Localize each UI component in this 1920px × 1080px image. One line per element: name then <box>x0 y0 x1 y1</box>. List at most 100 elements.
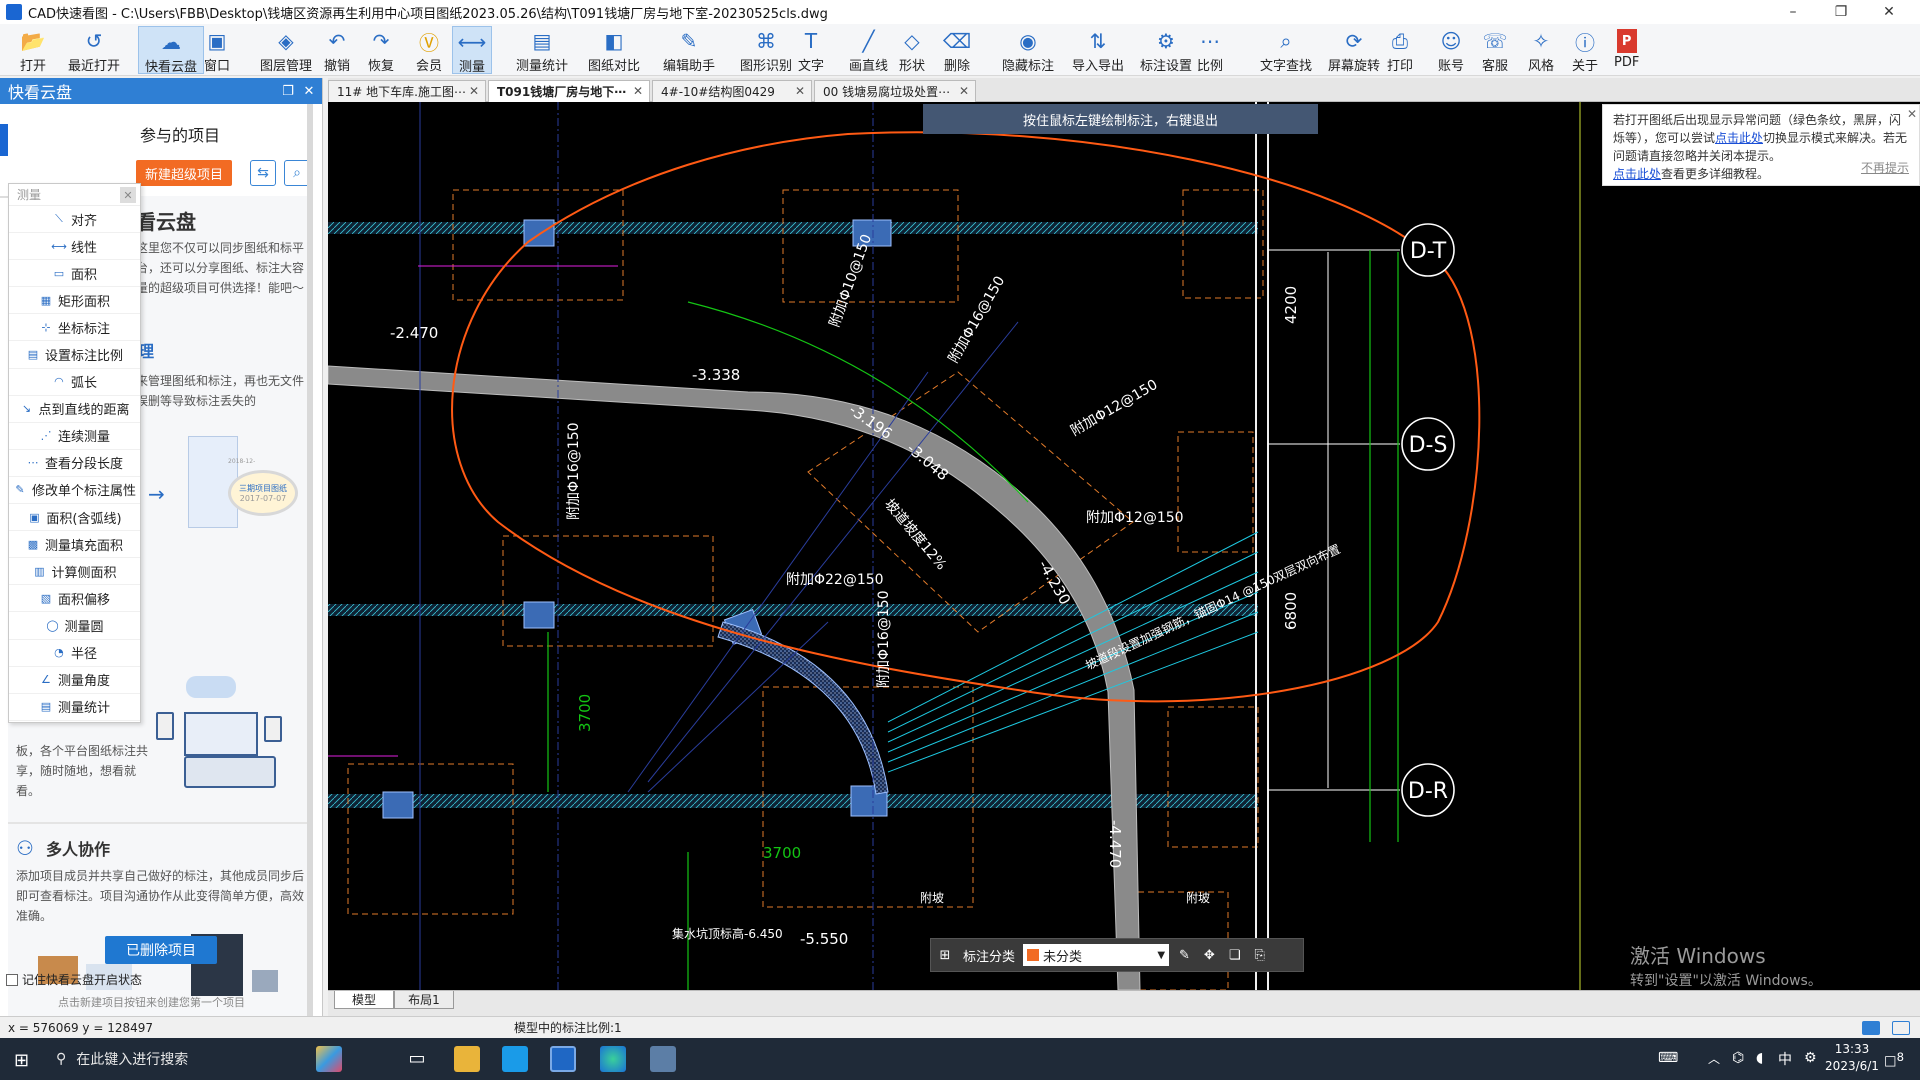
measure-menu-item[interactable]: ▭ 面积 <box>9 260 140 288</box>
toolbar-button-scale[interactable]: ⋯ 比例 <box>1191 26 1229 74</box>
dont-show-again-link[interactable]: 不再提示 <box>1861 159 1909 177</box>
cad-drawing[interactable]: D-T D-S D-R -2.470 -3.338 -3.196 -3.048 … <box>328 102 1920 990</box>
drawing-canvas[interactable]: D-T D-S D-R -2.470 -3.338 -3.196 -3.048 … <box>328 102 1920 990</box>
measure-menu-item[interactable]: ▩ 测量填充面积 <box>9 531 140 559</box>
model-tab[interactable]: 模型 <box>334 991 394 1009</box>
maximize-button[interactable]: ❐ <box>1818 0 1864 24</box>
measure-menu-item[interactable]: ▤ 设置标注比例 <box>9 341 140 369</box>
ime-icon[interactable]: ⚙ <box>1804 1050 1817 1066</box>
volume-icon[interactable]: ◖ <box>1756 1050 1763 1066</box>
measure-menu-item[interactable]: ⟷ 线性 <box>9 233 140 261</box>
taskbar-search[interactable]: ⚲ 在此键入进行搜索 <box>56 1046 308 1072</box>
measure-menu-item[interactable]: ⋰ 连续测量 <box>9 423 140 450</box>
keyboard-icon[interactable]: ⌨ <box>1658 1050 1678 1066</box>
measure-menu-item[interactable]: ↘ 点到直线的距离 <box>9 396 140 423</box>
toolbar-button-edit-assistant[interactable]: ✎ 编辑助手 <box>657 26 721 74</box>
deleted-projects-button[interactable]: 已删除项目 <box>105 936 217 964</box>
close-tab-icon[interactable]: ✕ <box>795 84 805 98</box>
measure-menu-item[interactable]: ⋯ 查看分段长度 <box>9 450 140 477</box>
annotation-category-select[interactable]: 未分类 ▼ <box>1023 944 1170 966</box>
clock-time[interactable]: 13:33 <box>1822 1042 1882 1056</box>
new-super-project-button[interactable]: 新建超级项目 <box>136 160 232 186</box>
move-icon[interactable]: ✥ <box>1204 948 1215 963</box>
panel-toggle-icon[interactable] <box>1892 1020 1910 1035</box>
sync-icon[interactable]: ⇆ <box>250 160 276 186</box>
toolbar-button-compare[interactable]: ◧ 图纸对比 <box>582 26 646 74</box>
calculator-icon[interactable] <box>650 1046 676 1072</box>
toolbar-button-hide-annotation[interactable]: ◉ 隐藏标注 <box>996 26 1060 74</box>
close-icon[interactable]: ✕ <box>301 83 317 99</box>
cad-viewer-taskbar-icon[interactable] <box>550 1046 576 1072</box>
toolbar-button-support[interactable]: ☏ 客服 <box>1476 26 1514 74</box>
tutorial-link[interactable]: 点击此处 <box>1613 167 1661 181</box>
grid-icon[interactable]: ⊞ <box>931 948 959 963</box>
edge-icon[interactable] <box>600 1046 626 1072</box>
notification-icon[interactable]: ☐8 <box>1884 1050 1904 1071</box>
toolbar-button-text[interactable]: T 文字 <box>792 26 830 74</box>
close-button[interactable]: ✕ <box>1866 0 1912 24</box>
minimize-button[interactable]: – <box>1770 0 1816 24</box>
document-tab[interactable]: 11# 地下车库.施工图⋯ ✕ <box>328 80 486 102</box>
toolbar-button-measure[interactable]: ⟷ 测量 <box>452 26 493 75</box>
close-tab-icon[interactable]: ✕ <box>633 84 643 98</box>
toolbar-button-folder-open[interactable]: 📂 打开 <box>14 26 52 74</box>
network-icon[interactable]: ⌬ <box>1732 1050 1744 1066</box>
toolbar-button-about[interactable]: ⓘ 关于 <box>1566 26 1604 75</box>
document-tab[interactable]: 4#-10#结构图0429 ✕ <box>652 80 812 102</box>
copy-icon[interactable]: ❏ <box>1229 948 1241 963</box>
toolbar-button-window[interactable]: ▣ 窗口 <box>198 26 236 74</box>
toolbar-button-text-search[interactable]: ⌕ 文字查找 <box>1254 26 1318 74</box>
toolbar-button-vip[interactable]: Ⓥ 会员 <box>410 26 448 75</box>
ime-indicator[interactable]: 中 <box>1778 1049 1792 1069</box>
toolbar-button-eraser[interactable]: ⌫ 删除 <box>938 26 976 74</box>
task-view-icon[interactable]: ▭ <box>404 1046 430 1072</box>
close-icon[interactable]: ✕ <box>1907 105 1917 123</box>
display-mode-icon[interactable] <box>1862 1020 1880 1035</box>
close-tab-icon[interactable]: ✕ <box>959 84 969 98</box>
measure-menu-item[interactable]: ⊹ 坐标标注 <box>9 314 140 342</box>
toolbar-button-pdf[interactable]: P PDF <box>1608 26 1645 74</box>
restore-icon[interactable]: ❐ <box>280 83 296 99</box>
remember-checkbox[interactable] <box>6 974 18 986</box>
document-tab[interactable]: T091钱塘厂房与地下⋯ ✕ <box>488 80 650 102</box>
close-icon[interactable]: ✕ <box>120 187 136 203</box>
toolbar-button-recent[interactable]: ↺ 最近打开 <box>62 26 126 74</box>
tray-chevron-icon[interactable]: ︿ <box>1708 1050 1720 1067</box>
layout1-tab[interactable]: 布局1 <box>394 991 454 1009</box>
paste-icon[interactable]: ⎘ <box>1254 948 1264 963</box>
toolbar-button-layers[interactable]: ◈ 图层管理 <box>254 26 318 74</box>
app-t-icon[interactable] <box>502 1046 528 1072</box>
switch-mode-link[interactable]: 点击此处 <box>1715 131 1763 145</box>
edit-icon[interactable]: ✎ <box>1179 948 1190 963</box>
toolbar-button-undo[interactable]: ↶ 撤销 <box>318 26 356 74</box>
toolbar-button-annotation-settings[interactable]: ⚙ 标注设置 <box>1134 26 1198 74</box>
file-explorer-icon[interactable] <box>454 1046 480 1072</box>
windows-start-icon[interactable]: ⊞ <box>14 1050 29 1071</box>
measure-menu-item[interactable]: ✎ 修改单个标注属性 <box>9 477 140 505</box>
panel-scrollbar[interactable] <box>307 104 313 1016</box>
measure-menu-item[interactable]: ◠ 弧长 <box>9 369 140 396</box>
measure-menu-item[interactable]: ▥ 计算侧面积 <box>9 558 140 586</box>
measure-menu-item[interactable]: ▦ 矩形面积 <box>9 287 140 315</box>
toolbar-button-redo[interactable]: ↷ 恢复 <box>362 26 400 74</box>
measure-menu-item[interactable]: ◯ 测量圆 <box>9 612 140 640</box>
weather-widget-icon[interactable] <box>316 1046 342 1072</box>
toolbar-button-measure-stats[interactable]: ▤ 测量统计 <box>510 26 574 74</box>
measure-menu-item[interactable]: ⟍ 对齐 <box>9 206 140 234</box>
toolbar-button-rotate-screen[interactable]: ⟳ 屏幕旋转 <box>1322 26 1386 74</box>
toolbar-button-account[interactable]: ☺ 账号 <box>1432 26 1470 74</box>
measure-menu-item[interactable]: ∠ 测量角度 <box>9 667 140 694</box>
document-tab[interactable]: 00 钱塘易腐垃圾处置⋯ ✕ <box>814 80 976 102</box>
measure-menu-item[interactable]: ▣ 面积(含弧线) <box>9 504 140 532</box>
toolbar-button-line[interactable]: ╱ 画直线 <box>843 26 894 74</box>
toolbar-button-import-export[interactable]: ⇅ 导入导出 <box>1066 26 1130 74</box>
measure-menu-item[interactable]: ▧ 面积偏移 <box>9 585 140 613</box>
measure-menu-item[interactable]: ◔ 半径 <box>9 640 140 667</box>
measure-menu-item[interactable]: ▤ 测量统计 <box>9 694 140 721</box>
close-tab-icon[interactable]: ✕ <box>469 84 479 98</box>
toolbar-button-print[interactable]: ⎙ 打印 <box>1381 26 1419 74</box>
toolbar-button-cloud[interactable]: ☁ 快看云盘 <box>138 26 205 75</box>
clock-date[interactable]: 2023/6/1 <box>1816 1059 1888 1073</box>
toolbar-button-shape[interactable]: ◇ 形状 <box>893 26 931 74</box>
toolbar-button-style[interactable]: ✧ 风格 <box>1522 26 1560 74</box>
